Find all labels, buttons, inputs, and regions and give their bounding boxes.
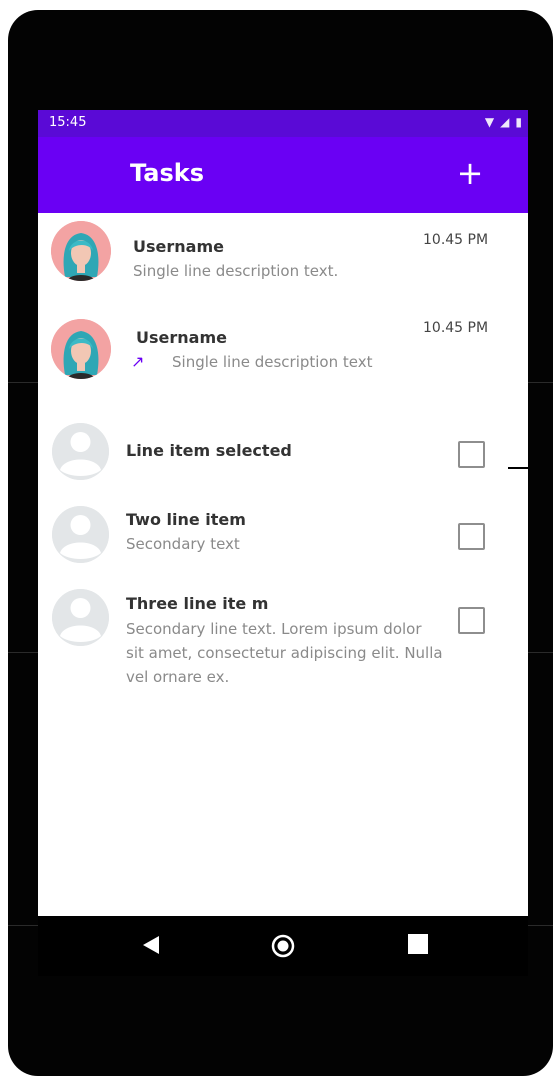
avatar (51, 221, 111, 281)
home-icon[interactable] (271, 934, 295, 958)
description: Single line description text. (133, 262, 339, 280)
navigation-bar (38, 916, 528, 976)
timestamp: 10.45 PM (423, 320, 489, 336)
back-icon[interactable] (141, 934, 161, 956)
item-title: Line item selected (126, 441, 292, 460)
status-icons: ▼ ◢ ▮ (485, 115, 522, 129)
username: Username (136, 328, 227, 347)
status-time: 15:45 (49, 115, 87, 130)
avatar-photo (51, 319, 111, 379)
add-task-button[interactable]: + (452, 155, 488, 191)
item-secondary: Secondary line text. Lorem ipsum dolor s… (126, 620, 443, 686)
timestamp: 10.45 PM (423, 232, 489, 248)
battery-icon: ▮ (515, 115, 522, 129)
description: Single line description text (172, 353, 373, 371)
phone-frame: 15:45 ▼ ◢ ▮ Tasks + Username Single line… (8, 10, 553, 1076)
avatar (51, 319, 111, 379)
item-secondary: Secondary text (126, 535, 240, 553)
username: Username (133, 237, 224, 256)
signal-icon: ◢ (500, 115, 510, 129)
screen: 15:45 ▼ ◢ ▮ Tasks + Username Single line… (38, 110, 528, 916)
item-title: Three line ite m (126, 594, 269, 613)
avatar-photo (51, 221, 111, 281)
person-icon (52, 506, 109, 563)
avatar-placeholder-icon (52, 506, 109, 563)
checkbox[interactable] (458, 607, 485, 634)
item-title: Two line item (126, 510, 246, 529)
recents-icon[interactable] (408, 934, 428, 954)
checkbox[interactable] (458, 441, 485, 468)
arrow-up-right-icon: ↗ (131, 352, 145, 371)
divider (508, 467, 528, 469)
app-bar: Tasks + (38, 137, 528, 213)
wifi-icon: ▼ (484, 115, 495, 129)
page-title: Tasks (130, 159, 205, 187)
person-icon (52, 589, 109, 646)
person-icon (52, 423, 109, 480)
checkbox[interactable] (458, 523, 485, 550)
avatar-placeholder-icon (52, 423, 109, 480)
avatar-placeholder-icon (52, 589, 109, 646)
status-bar: 15:45 ▼ ◢ ▮ (38, 110, 528, 137)
